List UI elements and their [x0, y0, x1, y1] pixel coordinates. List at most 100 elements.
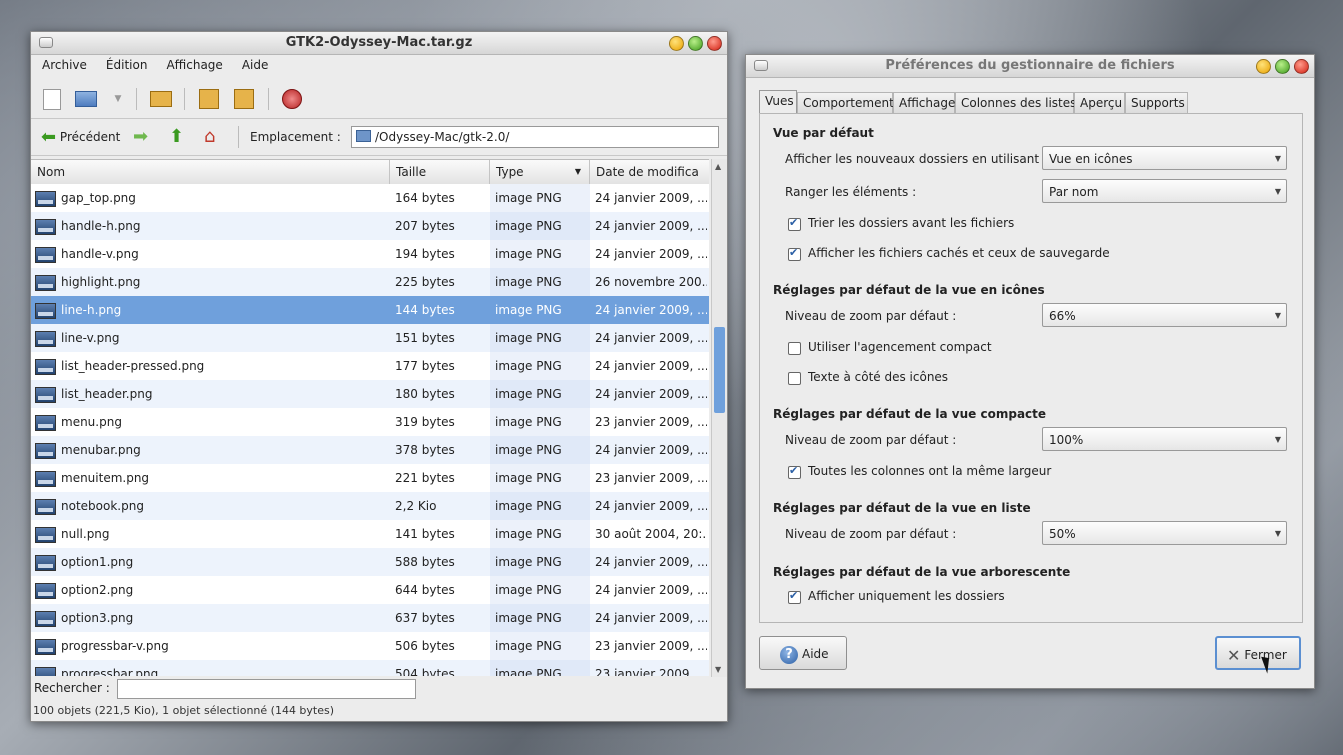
section-title: Réglages par défaut de la vue en icônes	[773, 283, 1045, 297]
table-row[interactable]: null.png 141 bytes image PNG 30 août 2004, …	[31, 520, 709, 548]
cell-date: 24 janvier 2009, ...	[595, 611, 707, 625]
icon-zoom-label: Niveau de zoom par défaut :	[785, 309, 957, 323]
menu-affichage[interactable]: Affichage	[155, 55, 230, 72]
cell-name: option2.png	[61, 583, 134, 597]
text-beside-label: Texte à côté des icônes	[808, 370, 949, 384]
cell-date: 26 novembre 200...	[595, 275, 707, 289]
scroll-down-icon[interactable]: ▼	[715, 665, 721, 674]
table-row[interactable]: gap_top.png 164 bytes image PNG 24 janvier …	[31, 184, 709, 212]
col-header-date[interactable]: Date de modifica	[590, 160, 709, 184]
cell-date: 24 janvier 2009, ...	[595, 499, 707, 513]
cell-type: image PNG	[490, 660, 590, 676]
table-row[interactable]: handle-h.png 207 bytes image PNG 24 janvier…	[31, 212, 709, 240]
menu-aide[interactable]: Aide	[231, 55, 277, 72]
compact-layout-checkbox[interactable]	[788, 342, 801, 355]
table-row[interactable]: menubar.png 378 bytes image PNG 24 janvier …	[31, 436, 709, 464]
tab-supports[interactable]: Supports	[1125, 92, 1188, 113]
scroll-up-icon[interactable]: ▲	[715, 162, 721, 171]
table-row[interactable]: progressbar.png 504 bytes image PNG 23 janv…	[31, 660, 709, 676]
back-button[interactable]: ⬅ Précédent	[41, 127, 120, 147]
search-input[interactable]	[117, 679, 416, 699]
tab-colonnes[interactable]: Colonnes des listes	[955, 92, 1076, 113]
location-label: Emplacement :	[250, 130, 341, 144]
tab-comportement[interactable]: Comportement	[797, 92, 894, 113]
window-menu-icon[interactable]	[39, 37, 53, 48]
cell-name: highlight.png	[61, 275, 141, 289]
window-menu-icon[interactable]	[754, 60, 768, 71]
up-arrow-icon[interactable]: ⬆	[169, 127, 184, 147]
table-row[interactable]: option2.png 644 bytes image PNG 24 janvier …	[31, 576, 709, 604]
search-label: Rechercher :	[34, 681, 110, 695]
table-row[interactable]: progressbar-v.png 506 bytes image PNG 23 ja…	[31, 632, 709, 660]
table-row[interactable]: menu.png 319 bytes image PNG 23 janvier 200…	[31, 408, 709, 436]
window-titlebar[interactable]: GTK2-Odyssey-Mac.tar.gz	[31, 32, 727, 55]
table-row[interactable]: line-h.png 144 bytes image PNG 24 janvier 2…	[31, 296, 709, 324]
image-file-icon	[35, 611, 56, 627]
home-icon[interactable]: ⌂	[204, 127, 215, 147]
table-row[interactable]: option3.png 637 bytes image PNG 24 janvier …	[31, 604, 709, 632]
menu-archive[interactable]: Archive	[31, 55, 95, 72]
cell-date: 24 janvier 2009, ...	[595, 555, 707, 569]
table-row[interactable]: list_header-pressed.png 177 bytes image PN…	[31, 352, 709, 380]
add-files-icon[interactable]	[196, 86, 222, 112]
table-row[interactable]: notebook.png 2,2 Kio image PNG 24 janvier 2…	[31, 492, 709, 520]
show-hidden-label: Afficher les fichiers cachés et ceux de …	[808, 246, 1110, 260]
menu-edition[interactable]: Édition	[95, 55, 156, 72]
minimize-icon[interactable]	[669, 36, 684, 51]
tab-apercu[interactable]: Aperçu	[1074, 92, 1125, 113]
tab-panel-vues: Vue par défaut Afficher les nouveaux dos…	[759, 113, 1303, 623]
cell-name: null.png	[61, 527, 110, 541]
cell-type: image PNG	[490, 604, 590, 632]
location-field[interactable]: /Odyssey-Mac/gtk-2.0/	[351, 126, 719, 148]
table-row[interactable]: list_header.png 180 bytes image PNG 24 janv…	[31, 380, 709, 408]
table-row[interactable]: highlight.png 225 bytes image PNG 26 novemb…	[31, 268, 709, 296]
cell-name: menu.png	[61, 415, 122, 429]
sort-folders-checkbox[interactable]	[788, 216, 801, 231]
stop-icon[interactable]	[279, 86, 305, 112]
window-titlebar[interactable]: Préférences du gestionnaire de fichiers	[746, 55, 1314, 78]
forward-arrow-icon[interactable]: ➡	[133, 127, 148, 147]
help-button[interactable]: ? Aide	[759, 636, 847, 670]
maximize-icon[interactable]	[688, 36, 703, 51]
cell-size: 164 bytes	[395, 191, 455, 205]
cell-type: image PNG	[490, 352, 590, 380]
icon-zoom-select[interactable]: 66% ▼	[1042, 303, 1287, 327]
arrange-select[interactable]: Par nom ▼	[1042, 179, 1287, 203]
list-zoom-label: Niveau de zoom par défaut :	[785, 527, 957, 541]
scrollbar-thumb[interactable]	[714, 327, 725, 413]
table-row[interactable]: handle-v.png 194 bytes image PNG 24 janvier…	[31, 240, 709, 268]
new-archive-icon[interactable]	[39, 86, 65, 112]
col-header-name[interactable]: Nom	[31, 160, 390, 184]
table-row[interactable]: line-v.png 151 bytes image PNG 24 janvier 2…	[31, 324, 709, 352]
col-header-size[interactable]: Taille	[390, 160, 490, 184]
image-file-icon	[35, 527, 56, 543]
extract-icon[interactable]	[148, 86, 174, 112]
vertical-scrollbar[interactable]: ▲ ▼	[711, 159, 727, 677]
list-zoom-select[interactable]: 50% ▼	[1042, 521, 1287, 545]
maximize-icon[interactable]	[1275, 59, 1290, 74]
cell-size: 378 bytes	[395, 443, 455, 457]
compact-zoom-label: Niveau de zoom par défaut :	[785, 433, 957, 447]
cell-type: image PNG	[490, 576, 590, 604]
close-icon[interactable]	[1294, 59, 1309, 74]
minimize-icon[interactable]	[1256, 59, 1271, 74]
text-beside-checkbox[interactable]	[788, 372, 801, 385]
close-icon[interactable]	[707, 36, 722, 51]
close-button[interactable]: ✕ Fermer	[1215, 636, 1301, 670]
image-file-icon	[35, 359, 56, 375]
table-row[interactable]: option1.png 588 bytes image PNG 24 janvier …	[31, 548, 709, 576]
same-width-checkbox[interactable]	[788, 464, 801, 479]
new-folders-select[interactable]: Vue en icônes ▼	[1042, 146, 1287, 170]
cell-name: line-h.png	[61, 303, 122, 317]
open-dropdown-icon[interactable]: ▼	[105, 86, 131, 112]
open-folder-icon[interactable]	[73, 86, 99, 112]
folder-icon	[356, 130, 371, 142]
tab-affichage[interactable]: Affichage	[893, 92, 955, 113]
add-folder-icon[interactable]	[231, 86, 257, 112]
only-folders-checkbox[interactable]	[788, 589, 801, 604]
table-row[interactable]: menuitem.png 221 bytes image PNG 23 janvier…	[31, 464, 709, 492]
compact-zoom-select[interactable]: 100% ▼	[1042, 427, 1287, 451]
show-hidden-checkbox[interactable]	[788, 246, 801, 261]
col-header-type[interactable]: Type ▼	[490, 160, 590, 184]
tab-vues[interactable]: Vues	[759, 90, 797, 114]
